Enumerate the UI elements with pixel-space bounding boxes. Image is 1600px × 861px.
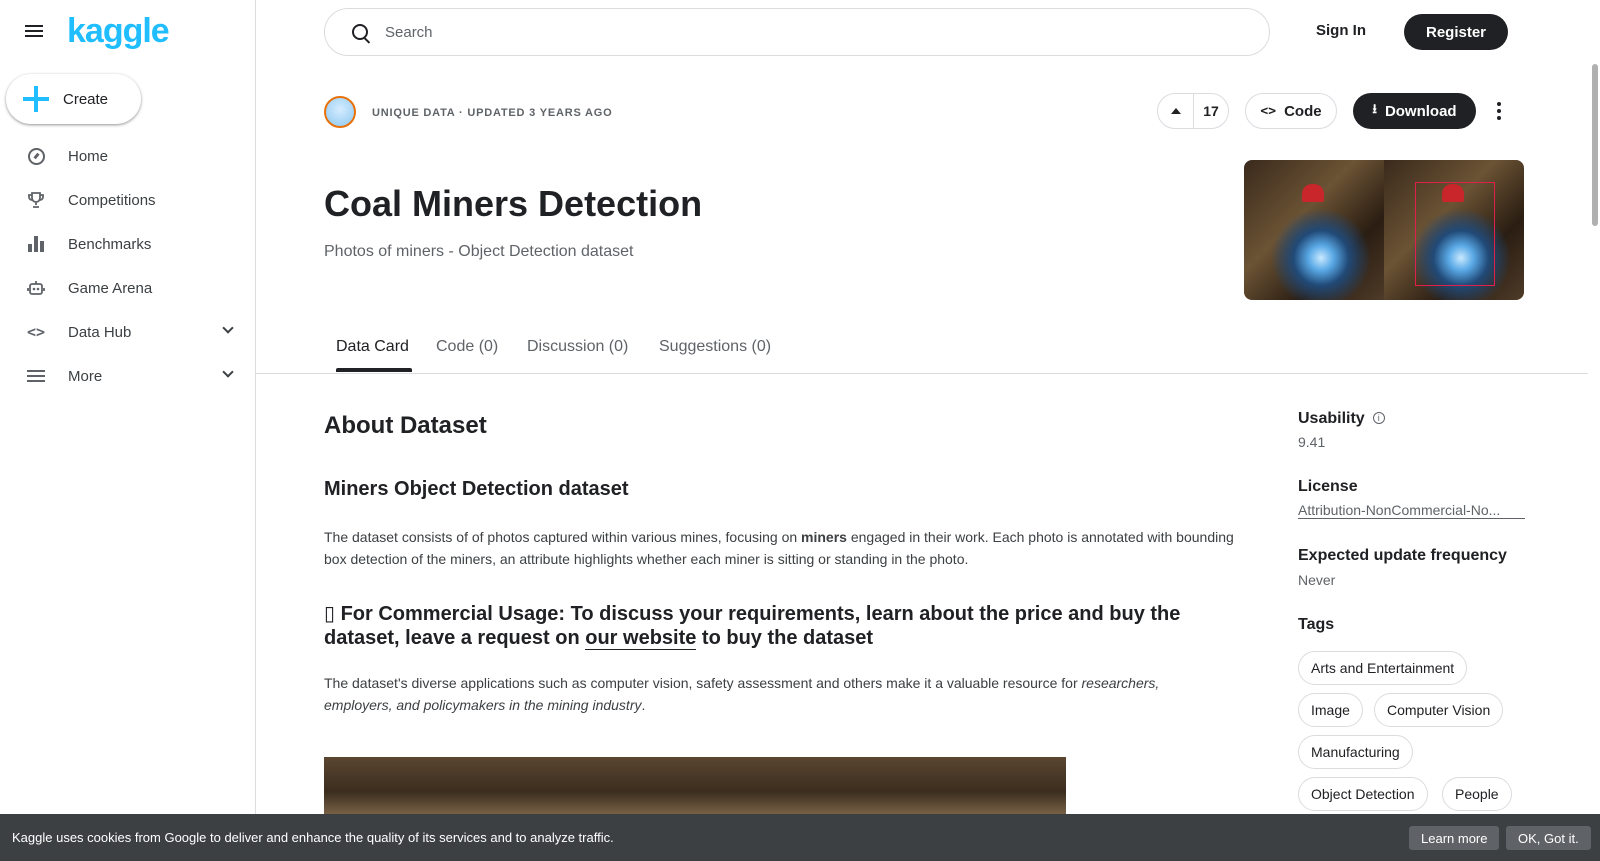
sidebar-item-label: Data Hub xyxy=(68,323,132,341)
upvote-button[interactable] xyxy=(1158,94,1194,128)
upvote-control: 17 xyxy=(1157,93,1229,129)
info-icon[interactable]: i xyxy=(1372,412,1385,424)
tab-suggestions[interactable]: Suggestions (0) xyxy=(659,338,771,356)
kaggle-logo[interactable]: kaggle xyxy=(67,12,170,51)
bar-chart-icon xyxy=(26,234,46,254)
page-title: Coal Miners Detection xyxy=(324,183,703,224)
sidebar-item-label: Competitions xyxy=(68,191,156,209)
search-placeholder: Search xyxy=(385,23,433,41)
commercial-heading: ▯ For Commercial Usage: To discuss your … xyxy=(324,602,1224,650)
avatar[interactable] xyxy=(324,96,356,128)
sidebar-item-data-hub[interactable]: <> Data Hub xyxy=(0,310,256,354)
license-label: License xyxy=(1298,478,1358,495)
code-icon: <> xyxy=(1260,103,1277,119)
text: to buy the dataset xyxy=(696,627,874,649)
text: The dataset consists of of photos captur… xyxy=(324,529,802,545)
robot-icon xyxy=(26,278,46,298)
menu-icon[interactable] xyxy=(24,22,48,42)
text: . xyxy=(641,697,646,713)
cover-photo-left xyxy=(1244,160,1384,300)
chevron-down-icon[interactable] xyxy=(222,366,234,378)
sample-image xyxy=(695,757,1066,815)
sample-image xyxy=(324,757,695,815)
search-input[interactable]: Search xyxy=(324,8,1270,56)
learn-more-button[interactable]: Learn more xyxy=(1409,826,1500,850)
sidebar-item-more[interactable]: More xyxy=(0,354,256,398)
description-paragraph: The dataset consists of of photos captur… xyxy=(324,526,1244,570)
usability-label-text: Usability xyxy=(1298,410,1365,427)
code-brackets-icon: <> xyxy=(26,323,46,341)
plus-icon xyxy=(23,86,49,112)
download-icon: ⭳ xyxy=(1372,101,1377,116)
create-button[interactable]: Create xyxy=(6,74,141,124)
license-link[interactable]: Attribution-NonCommercial-No... xyxy=(1298,502,1525,519)
cover-image xyxy=(1244,160,1524,300)
section-heading: Miners Object Detection dataset xyxy=(324,478,629,500)
usability-label: Usability i xyxy=(1298,410,1385,428)
download-button[interactable]: ⭳ Download xyxy=(1353,93,1476,129)
cover-photo-right xyxy=(1384,160,1524,300)
tag-chip[interactable]: Manufacturing xyxy=(1298,735,1413,769)
sidebar: kaggle Create Home Competitions Benchmar… xyxy=(0,0,256,861)
sidebar-item-label: Home xyxy=(68,147,109,165)
sidebar-item-label: More xyxy=(68,367,103,385)
update-frequency-value: Never xyxy=(1298,572,1336,588)
tags-label: Tags xyxy=(1298,616,1335,633)
sign-in-button[interactable]: Sign In xyxy=(1316,22,1366,39)
sidebar-item-label: Benchmarks xyxy=(68,235,152,253)
top-bar: Search xyxy=(256,0,1600,64)
bounding-box xyxy=(1415,182,1495,286)
sidebar-item-label: Game Arena xyxy=(68,279,153,297)
tag-chip[interactable]: Computer Vision xyxy=(1374,693,1504,727)
vote-count[interactable]: 17 xyxy=(1194,94,1228,128)
download-label: Download xyxy=(1384,102,1457,120)
about-heading: About Dataset xyxy=(324,412,487,439)
scrollbar[interactable] xyxy=(1590,0,1600,861)
arrow-up-icon xyxy=(1170,108,1181,114)
dataset-meta: UNIQUE DATA · UPDATED 3 YEARS AGO xyxy=(372,107,613,119)
tag-chip[interactable]: Image xyxy=(1298,693,1363,727)
sidebar-nav: Home Competitions Benchmarks Game Arena … xyxy=(0,134,256,398)
tag-chip[interactable]: Arts and Entertainment xyxy=(1298,651,1468,685)
active-tab-indicator xyxy=(336,368,412,372)
tab-discussion[interactable]: Discussion (0) xyxy=(527,338,628,356)
tab-bar: Data Card Code (0) Discussion (0) Sugges… xyxy=(256,328,1588,374)
cookie-message: Kaggle uses cookies from Google to deliv… xyxy=(12,830,614,845)
code-label: Code xyxy=(1284,102,1322,120)
update-frequency-label: Expected update frequency xyxy=(1298,547,1507,564)
tab-code[interactable]: Code (0) xyxy=(436,338,498,356)
tag-chip[interactable]: Object Detection xyxy=(1298,777,1428,811)
code-button[interactable]: <> Code xyxy=(1245,93,1337,129)
more-options-icon[interactable] xyxy=(1495,100,1503,122)
applications-paragraph: The dataset's diverse applications such … xyxy=(324,672,1224,716)
sidebar-item-game-arena[interactable]: Game Arena xyxy=(0,266,256,310)
sidebar-item-home[interactable]: Home xyxy=(0,134,256,178)
usability-value: 9.41 xyxy=(1298,434,1326,450)
create-label: Create xyxy=(63,90,109,108)
tab-data-card[interactable]: Data Card xyxy=(336,338,409,356)
sidebar-item-benchmarks[interactable]: Benchmarks xyxy=(0,222,256,266)
trophy-icon xyxy=(26,190,46,210)
cookie-banner: Kaggle uses cookies from Google to deliv… xyxy=(0,814,1600,861)
page-subtitle: Photos of miners - Object Detection data… xyxy=(324,243,634,260)
compass-icon xyxy=(26,146,46,166)
accept-cookies-button[interactable]: OK, Got it. xyxy=(1506,826,1591,850)
text: The dataset's diverse applications such … xyxy=(324,675,1082,691)
register-button[interactable]: Register xyxy=(1404,14,1508,50)
list-icon xyxy=(26,366,46,386)
website-link[interactable]: our website xyxy=(585,627,697,650)
scrollbar-thumb[interactable] xyxy=(1592,64,1598,226)
bold-text: miners xyxy=(801,529,847,545)
sidebar-item-competitions[interactable]: Competitions xyxy=(0,178,256,222)
sample-images xyxy=(324,757,1066,815)
search-icon xyxy=(352,24,368,40)
chevron-down-icon[interactable] xyxy=(222,322,234,334)
tag-chip[interactable]: People xyxy=(1442,777,1512,811)
